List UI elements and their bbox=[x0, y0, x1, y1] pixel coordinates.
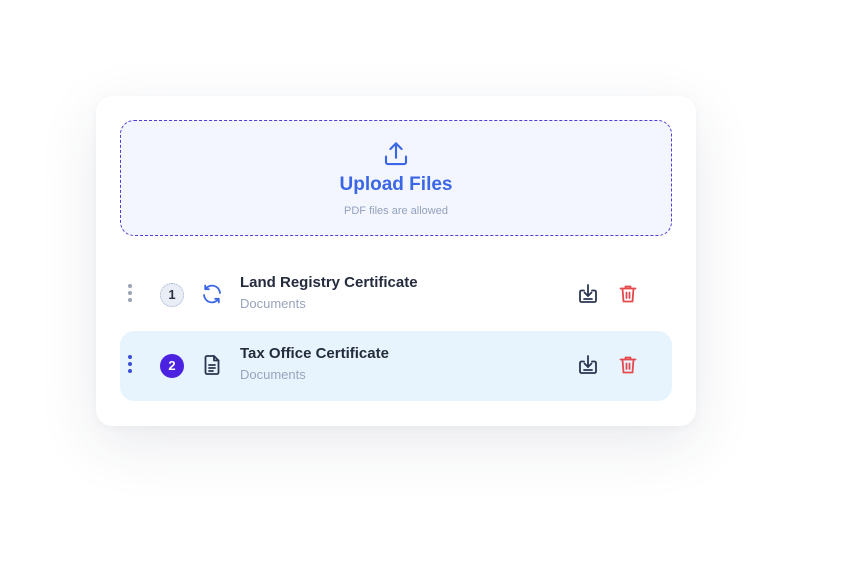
download-icon[interactable] bbox=[576, 282, 600, 306]
upload-hint: PDF files are allowed bbox=[344, 205, 448, 217]
drag-handle-icon[interactable] bbox=[127, 355, 133, 377]
download-icon[interactable] bbox=[576, 353, 600, 377]
file-category: Documents bbox=[240, 367, 306, 382]
document-icon bbox=[200, 353, 224, 377]
upload-dropzone[interactable]: Upload Files PDF files are allowed bbox=[120, 120, 672, 236]
file-row[interactable]: 1 Land Registry Certificate Documents bbox=[120, 260, 672, 330]
file-name: Tax Office Certificate bbox=[240, 345, 389, 362]
file-index-badge: 1 bbox=[160, 283, 184, 307]
file-index-badge: 2 bbox=[160, 354, 184, 378]
file-category: Documents bbox=[240, 296, 306, 311]
file-row[interactable]: 2 Tax Office Certificate Documents bbox=[120, 331, 672, 401]
file-name: Land Registry Certificate bbox=[240, 274, 418, 291]
upload-card: Upload Files PDF files are allowed 1 Lan… bbox=[96, 96, 696, 426]
upload-icon bbox=[381, 139, 411, 169]
refresh-icon bbox=[200, 282, 224, 306]
drag-handle-icon[interactable] bbox=[127, 284, 133, 306]
trash-icon[interactable] bbox=[616, 353, 640, 377]
trash-icon[interactable] bbox=[616, 282, 640, 306]
upload-title: Upload Files bbox=[339, 174, 453, 195]
